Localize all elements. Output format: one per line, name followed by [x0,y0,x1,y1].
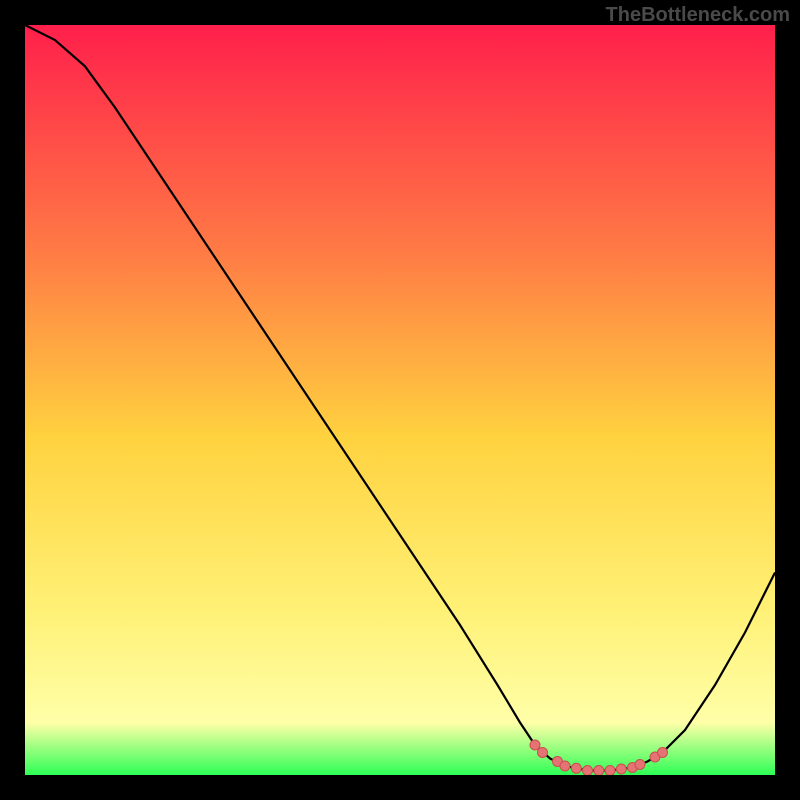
data-marker [605,766,615,776]
gradient-background [25,25,775,775]
data-marker [635,760,645,770]
data-marker [538,748,548,758]
watermark-text: TheBottleneck.com [606,4,790,27]
data-marker [560,761,570,771]
plot-area [25,25,775,775]
data-marker [571,763,581,773]
chart-frame: TheBottleneck.com [0,0,800,800]
data-marker [583,766,593,776]
data-marker [616,764,626,774]
chart-svg [25,25,775,775]
data-marker [658,748,668,758]
data-marker [530,740,540,750]
data-marker [594,766,604,776]
